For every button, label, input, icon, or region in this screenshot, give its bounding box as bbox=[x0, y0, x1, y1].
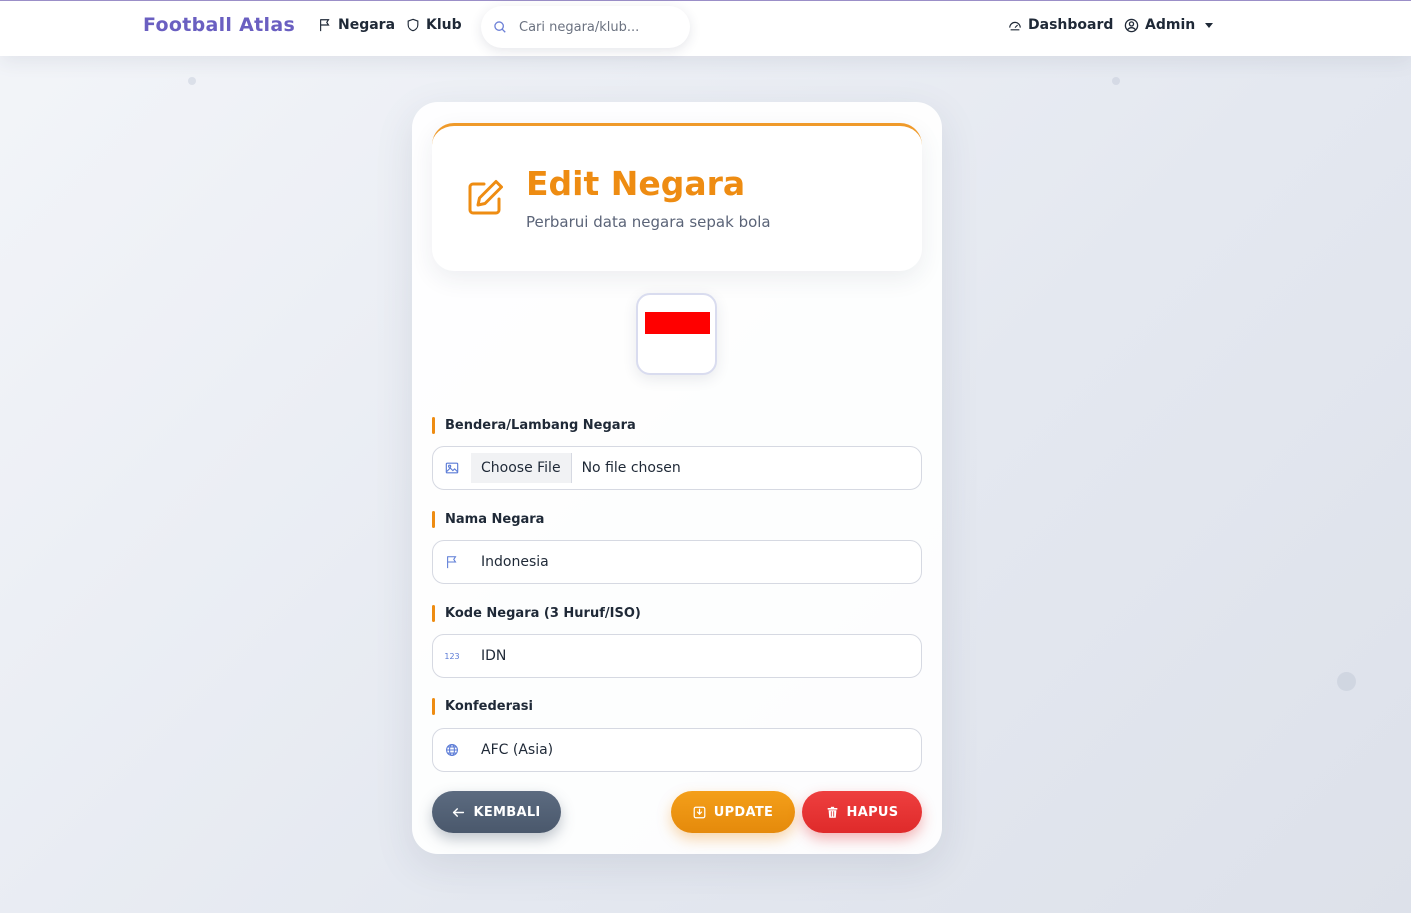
arrow-left-icon bbox=[453, 807, 465, 817]
page-subtitle: Perbarui data negara sepak bola bbox=[526, 213, 771, 231]
field-label-text: Bendera/Lambang Negara bbox=[445, 418, 636, 433]
card-header: Edit Negara Perbarui data negara sepak b… bbox=[432, 123, 922, 271]
field-label-text: Nama Negara bbox=[445, 512, 545, 527]
nav-link-dashboard[interactable]: Dashboard bbox=[1008, 17, 1113, 33]
label-accent-bar bbox=[432, 698, 435, 715]
search-input[interactable] bbox=[519, 19, 669, 35]
nav-link-label: Dashboard bbox=[1028, 17, 1114, 33]
flag-upload-label: Bendera/Lambang Negara bbox=[432, 417, 636, 434]
edit-country-card: Edit Negara Perbarui data negara sepak b… bbox=[412, 102, 942, 854]
edit-icon bbox=[468, 180, 503, 215]
confederation-field bbox=[432, 728, 922, 772]
label-accent-bar bbox=[432, 417, 435, 434]
save-icon bbox=[693, 806, 706, 818]
back-button[interactable]: KEMBALI bbox=[432, 791, 561, 833]
country-name-field bbox=[432, 540, 922, 584]
confederation-label: Konfederasi bbox=[432, 698, 533, 715]
field-label-text: Kode Negara (3 Huruf/ISO) bbox=[445, 606, 641, 621]
user-circle-icon bbox=[1124, 18, 1139, 32]
nav-link-klub[interactable]: Klub bbox=[406, 17, 462, 33]
label-accent-bar bbox=[432, 605, 435, 622]
back-button-label: KEMBALI bbox=[473, 804, 541, 820]
globe-icon bbox=[433, 743, 471, 757]
background-dot bbox=[188, 77, 196, 85]
update-button-label: UPDATE bbox=[713, 804, 774, 820]
update-button[interactable]: UPDATE bbox=[671, 791, 795, 833]
brand-logo[interactable]: Football Atlas bbox=[143, 14, 295, 36]
flag-red-stripe bbox=[645, 312, 710, 334]
caret-down-icon bbox=[1205, 22, 1214, 28]
background-dot bbox=[1112, 77, 1120, 85]
nav-link-negara[interactable]: Negara bbox=[318, 17, 395, 33]
label-accent-bar bbox=[432, 511, 435, 528]
country-code-field: 123 bbox=[432, 634, 922, 678]
admin-dropdown[interactable]: Admin bbox=[1124, 17, 1214, 33]
flag-white-stripe bbox=[645, 334, 710, 356]
admin-label: Admin bbox=[1145, 17, 1196, 33]
flag-preview bbox=[636, 293, 717, 375]
numbers-icon: 123 bbox=[433, 652, 471, 661]
flag-icon bbox=[320, 19, 330, 32]
numbers-icon-text: 123 bbox=[444, 651, 460, 661]
country-name-label: Nama Negara bbox=[432, 511, 544, 528]
choose-file-button[interactable]: Choose File bbox=[471, 453, 572, 483]
image-icon bbox=[433, 461, 471, 475]
navbar: Football Atlas Negara Klub Dashboard Adm… bbox=[0, 0, 1411, 56]
background-dot bbox=[1337, 672, 1356, 691]
speedometer-icon bbox=[1009, 21, 1021, 31]
country-code-input[interactable] bbox=[481, 648, 901, 664]
field-label-text: Konfederasi bbox=[445, 699, 534, 714]
flag-icon bbox=[433, 555, 471, 569]
country-name-input[interactable] bbox=[481, 554, 901, 570]
nav-link-label: Negara bbox=[338, 17, 396, 33]
file-status-text: No file chosen bbox=[581, 460, 681, 476]
shield-icon bbox=[407, 18, 419, 32]
delete-button-label: HAPUS bbox=[846, 804, 899, 820]
page-title: Edit Negara bbox=[526, 164, 746, 203]
delete-button[interactable]: HAPUS bbox=[802, 791, 922, 833]
search-box bbox=[481, 6, 690, 48]
country-code-label: Kode Negara (3 Huruf/ISO) bbox=[432, 605, 641, 622]
flag-file-input[interactable]: Choose File No file chosen bbox=[432, 446, 922, 490]
confederation-input[interactable] bbox=[481, 742, 901, 758]
trash-icon bbox=[827, 806, 837, 818]
search-icon bbox=[494, 21, 506, 33]
nav-link-label: Klub bbox=[426, 17, 462, 33]
